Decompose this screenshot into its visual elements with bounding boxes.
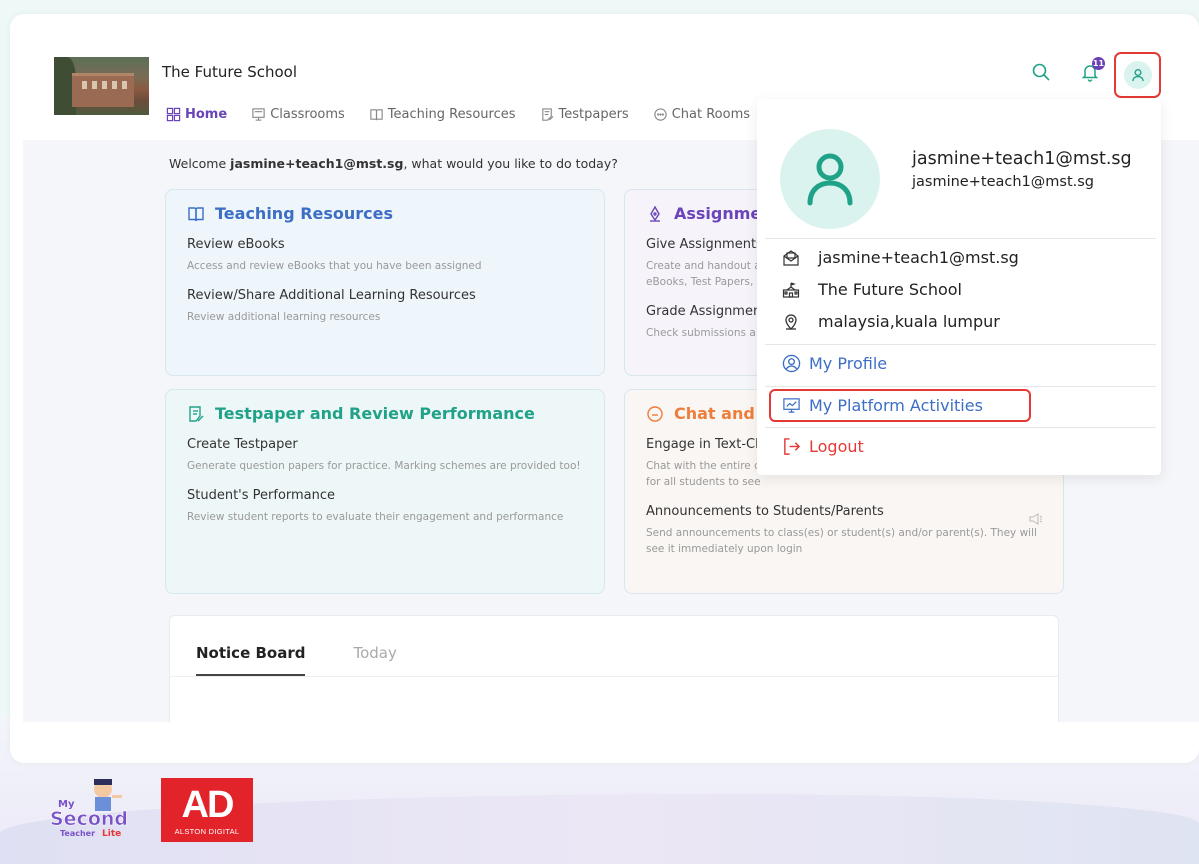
mail-icon [783,249,799,266]
info-location-row: malaysia,kuala lumpur [782,312,1000,331]
nav-item-testpapers[interactable]: Testpapers [540,107,629,122]
highlight-box [769,389,1031,422]
item-description: Generate question papers for practice. M… [187,460,581,472]
ad-logo-mark: AD [181,783,235,826]
chat-icon [654,108,667,121]
desc-line: for all students to see [646,476,761,488]
logout-link[interactable]: Logout [782,437,864,456]
svg-text:Teacher: Teacher [60,829,95,838]
nav-label-testpapers: Testpapers [558,107,629,122]
search-icon [1032,63,1050,81]
classroom-icon [252,108,265,121]
testpaper-icon [189,405,204,422]
nav-label-home: Home [185,107,228,122]
ad-logo-caption: ALSTON DIGITAL [174,826,240,836]
welcome-prefix: Welcome [169,156,231,171]
profile-menu-button[interactable] [1114,52,1161,98]
megaphone-icon [1029,513,1043,528]
user-icon [807,153,853,206]
item-description: Review additional learning resources [187,311,381,323]
avatar [780,129,880,229]
testpaper-card[interactable]: Testpaper and Review Performance Create … [165,389,605,594]
my-profile-label: My Profile [809,354,888,373]
nav-item-chat-rooms[interactable]: Chat Rooms [653,107,750,122]
students-performance-link[interactable]: Student's Performance [187,488,583,503]
welcome-user: jasmine+teach1@mst.sg [230,156,404,171]
item-description: Access and review eBooks that you have b… [187,260,482,272]
desc-line: see it immediately upon login [646,543,803,555]
desc-line: eBooks, Test Papers, [646,276,754,288]
notification-button[interactable]: 11 [1080,57,1105,86]
info-location: malaysia,kuala lumpur [818,312,1000,331]
main-nav: Home Classrooms Teaching Resources Testp… [166,107,774,122]
nav-item-teaching-resources[interactable]: Teaching Resources [369,107,516,122]
item-description: Send announcements to class(es) or stude… [646,525,1042,557]
school-icon [782,281,800,298]
search-button[interactable] [1031,62,1051,86]
notification-badge: 11 [1092,57,1105,70]
review-ebooks-link[interactable]: Review eBooks [187,237,583,252]
review-share-resources-link[interactable]: Review/Share Additional Learning Resourc… [187,288,583,303]
tab-today[interactable]: Today [353,644,396,676]
desc-line: Send announcements to class(es) or stude… [646,527,1037,539]
welcome-message: Welcome jasmine+teach1@mst.sg, what woul… [169,156,618,171]
school-photo [54,57,149,115]
nav-label-classrooms: Classrooms [270,107,345,122]
desc-line: Chat with the entire c [646,460,760,472]
divider [765,386,1156,387]
svg-text:Second: Second [50,808,128,830]
info-email-row: jasmine+teach1@mst.sg [782,248,1019,267]
user-circle-icon [782,354,801,373]
info-email: jasmine+teach1@mst.sg [818,248,1019,267]
school-name: The Future School [162,63,297,81]
card-title: Testpaper and Review Performance [215,404,535,423]
testpaper-icon [541,108,554,121]
chat-icon [647,405,663,422]
teaching-resources-card[interactable]: Teaching Resources Review eBooks Access … [165,189,605,376]
divider [765,238,1156,239]
divider [765,427,1156,428]
nav-item-classrooms[interactable]: Classrooms [251,107,345,122]
info-school: The Future School [818,280,962,299]
book-icon [370,109,383,121]
info-school-row: The Future School [782,280,962,299]
profile-email: jasmine+teach1@mst.sg [912,174,1094,190]
grid-icon [166,107,181,122]
announcements-link[interactable]: Announcements to Students/Parents [646,504,1042,519]
user-icon [1131,69,1144,82]
my-profile-link[interactable]: My Profile [782,354,887,373]
card-title: Teaching Resources [215,204,394,223]
notice-board: Notice Board Today [169,615,1059,722]
pen-nib-icon [650,205,660,222]
profile-name: jasmine+teach1@mst.sg [912,149,1132,169]
item-description: Review student reports to evaluate their… [187,511,564,523]
welcome-suffix: , what would you like to do today? [403,156,618,171]
nav-item-home[interactable]: Home [166,107,227,122]
my-second-teacher-logo: My Second Teacher Lite [48,775,148,840]
tab-notice-board[interactable]: Notice Board [196,644,306,676]
nav-label-teaching-resources: Teaching Resources [387,107,516,122]
svg-text:Lite: Lite [102,829,121,839]
divider [765,344,1156,345]
desc-line: Create and handout a [646,260,761,272]
logout-label: Logout [809,437,864,456]
location-pin-icon [785,313,797,330]
book-icon [188,206,204,221]
divider [170,676,1058,677]
create-testpaper-link[interactable]: Create Testpaper [187,437,583,452]
logout-icon [784,438,801,455]
nav-label-chat-rooms: Chat Rooms [671,107,751,122]
alston-digital-logo: AD ALSTON DIGITAL [161,778,253,842]
